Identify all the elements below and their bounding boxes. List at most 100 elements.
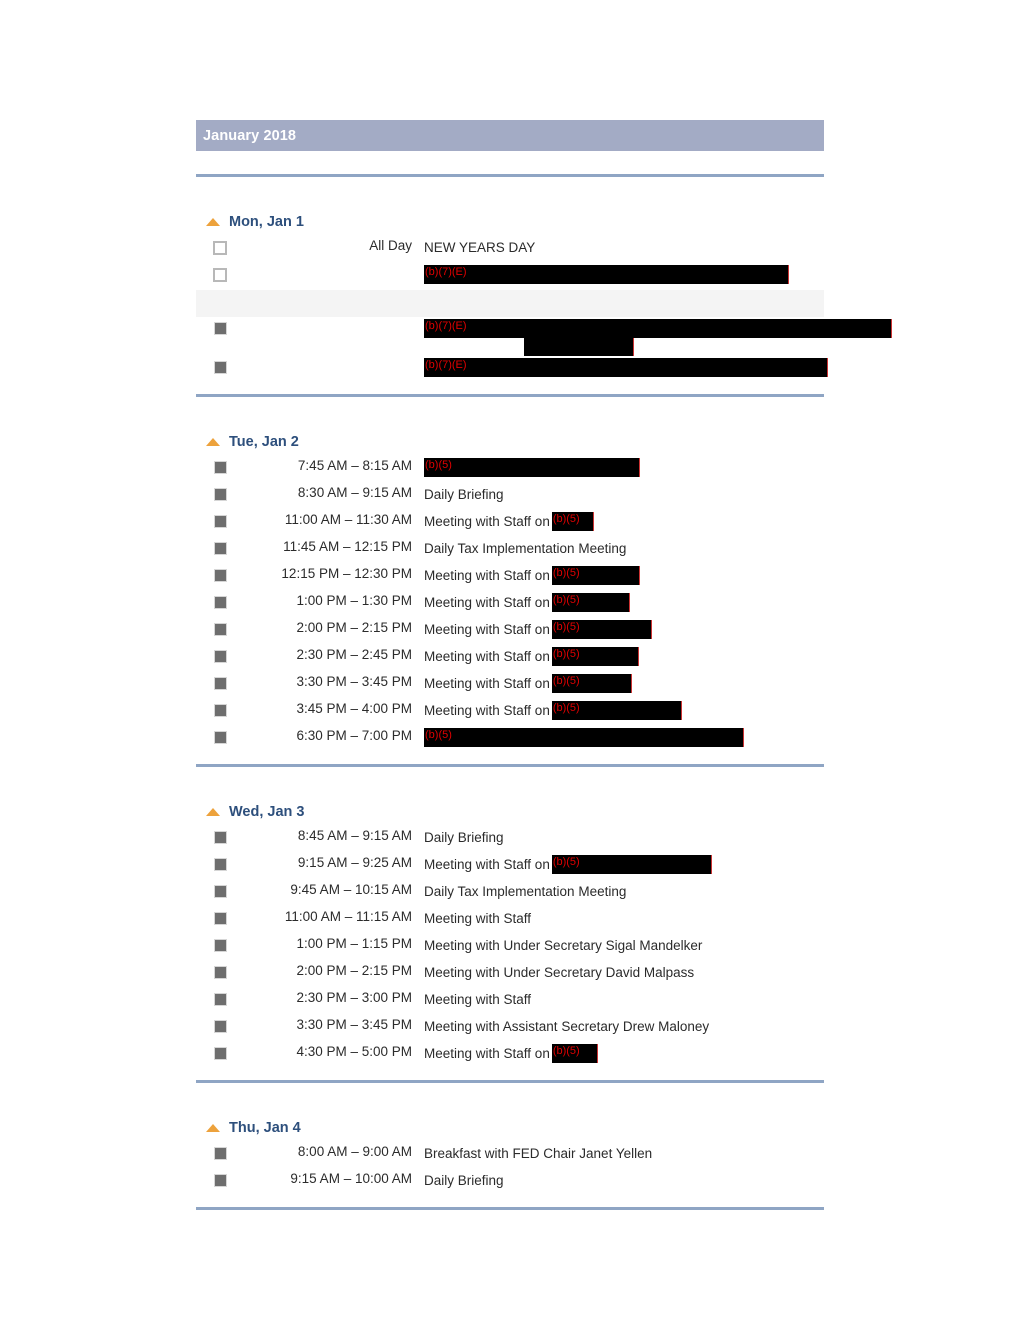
bullet-placeholder (214, 295, 227, 308)
event-row[interactable]: 9:15 AM – 10:00 AM Daily Briefing (196, 1169, 824, 1196)
event-time: 2:30 PM – 2:45 PM (296, 647, 412, 662)
event-title: Meeting with Staff on (424, 514, 550, 529)
event-row[interactable]: 2:00 PM – 2:15 PM Meeting with Under Secr… (196, 961, 824, 988)
redaction-line-1: (b)(7)(E) (424, 319, 892, 338)
event-row[interactable]: 2:00 PM – 2:15 PM Meeting with Staff on (b… (196, 618, 824, 645)
event-time: 8:30 AM – 9:15 AM (297, 485, 412, 500)
event-title: Meeting with Under Secretary Sigal Mande… (424, 938, 703, 953)
event-row[interactable]: 9:45 AM – 10:15 AM Daily Tax Implementati… (196, 880, 824, 907)
event-row[interactable]: 2:30 PM – 3:00 PM Meeting with Staff (196, 988, 824, 1015)
redaction-block: (b)(5) (551, 512, 594, 531)
day-divider (196, 763, 824, 767)
event-row[interactable]: 7:45 AM – 8:15 AM (b)(5) (196, 456, 824, 483)
filled-square-icon (213, 322, 227, 335)
redaction-block: (b)(5) (551, 566, 640, 585)
filled-square-icon (213, 1174, 227, 1187)
bullet-cell (196, 483, 244, 501)
bullet-cell (196, 456, 244, 474)
triangle-up-icon[interactable] (206, 1124, 220, 1132)
event-row[interactable]: (b)(7)(E) (196, 356, 828, 383)
filled-square-icon (213, 1147, 227, 1160)
event-title: Meeting with Staff on (424, 703, 550, 718)
event-title: Breakfast with FED Chair Janet Yellen (424, 1146, 653, 1161)
event-row[interactable]: 6:30 PM – 7:00 PM (b)(5) (196, 726, 824, 753)
day-header[interactable]: Wed, Jan 3 (196, 804, 824, 820)
event-row[interactable]: 2:30 PM – 2:45 PM Meeting with Staff on (b… (196, 645, 824, 672)
event-time (244, 317, 424, 319)
day-header[interactable]: Thu, Jan 4 (196, 1120, 824, 1136)
filled-square-icon (213, 542, 227, 555)
filled-square-icon (213, 623, 227, 636)
empty-checkbox-icon[interactable] (213, 268, 227, 282)
event-row[interactable]: 1:00 PM – 1:30 PM Meeting with Staff on (b… (196, 591, 824, 618)
triangle-up-icon[interactable] (206, 218, 220, 226)
empty-checkbox-icon[interactable] (213, 241, 227, 255)
event-title-cell: Meeting with Staff on (b)(5) (424, 1042, 824, 1063)
day-header[interactable]: Tue, Jan 2 (196, 434, 824, 450)
event-title: Daily Tax Implementation Meeting (424, 541, 627, 556)
filled-square-icon (213, 885, 227, 898)
redaction-block: (b)(5) (424, 728, 744, 747)
event-title: Meeting with Staff (424, 992, 532, 1007)
event-title: Daily Briefing (424, 1173, 504, 1188)
day-header[interactable]: Mon, Jan 1 (196, 214, 824, 230)
event-time: 2:00 PM – 2:15 PM (296, 620, 412, 635)
event-title: NEW YEARS DAY (424, 240, 536, 255)
event-time (244, 356, 424, 358)
day-label: Thu, Jan 4 (229, 1120, 301, 1136)
event-time: 4:30 PM – 5:00 PM (296, 1044, 412, 1059)
event-time: 6:30 PM – 7:00 PM (296, 728, 412, 743)
bullet-cell (196, 880, 244, 898)
redaction-code: (b)(5) (425, 729, 452, 741)
event-row[interactable]: 1:00 PM – 1:15 PM Meeting with Under Secr… (196, 934, 824, 961)
event-row[interactable]: 8:30 AM – 9:15 AM Daily Briefing (196, 483, 824, 510)
event-title: Daily Briefing (424, 487, 504, 502)
filled-square-icon (213, 966, 227, 979)
event-row[interactable]: 4:30 PM – 5:00 PM Meeting with Staff on (b… (196, 1042, 824, 1069)
event-title: Meeting with Under Secretary David Malpa… (424, 965, 695, 980)
bullet-cell (196, 853, 244, 871)
event-time: 11:45 AM – 12:15 PM (283, 539, 412, 554)
event-time: 9:15 AM – 9:25 AM (297, 855, 412, 870)
event-time: 8:45 AM – 9:15 AM (297, 828, 412, 843)
event-row[interactable]: 3:30 PM – 3:45 PM Meeting with Assistant … (196, 1015, 824, 1042)
event-title-cell: Meeting with Staff on (b)(5) (424, 853, 824, 874)
event-title-cell: Meeting with Under Secretary David Malpa… (424, 961, 824, 982)
filled-square-icon (213, 858, 227, 871)
event-row[interactable]: 8:00 AM – 9:00 AM Breakfast with FED Chai… (196, 1142, 824, 1169)
event-row[interactable] (196, 290, 824, 317)
redaction-code: (b)(5) (552, 567, 580, 579)
event-title-cell: Daily Tax Implementation Meeting (424, 880, 824, 901)
event-list: All Day NEW YEARS DAY (b)(7)(E) (b)(7)(E) (b… (196, 236, 892, 383)
bullet-cell (196, 988, 244, 1006)
event-row[interactable]: 8:45 AM – 9:15 AM Daily Briefing (196, 826, 824, 853)
triangle-up-icon[interactable] (206, 808, 220, 816)
event-time: 1:00 PM – 1:15 PM (296, 936, 412, 951)
event-title-cell: Meeting with Assistant Secretary Drew Ma… (424, 1015, 824, 1036)
day-section: Thu, Jan 4 8:00 AM – 9:00 AM Breakfast wit… (196, 1120, 824, 1210)
event-row[interactable]: (b)(7)(E) (196, 317, 892, 356)
event-row[interactable]: 3:30 PM – 3:45 PM Meeting with Staff on (b… (196, 672, 824, 699)
event-title: Daily Briefing (424, 830, 504, 845)
bullet-cell (196, 645, 244, 663)
event-title-cell: (b)(7)(E) (424, 317, 892, 356)
event-title: Meeting with Staff on (424, 568, 550, 583)
bullet-cell (196, 699, 244, 717)
day-divider (196, 1079, 824, 1083)
event-row[interactable]: 11:00 AM – 11:30 AM Meeting with Staff on… (196, 510, 824, 537)
filled-square-icon (213, 361, 227, 374)
redaction-block: (b)(5) (551, 647, 639, 666)
event-row[interactable]: 12:15 PM – 12:30 PM Meeting with Staff on… (196, 564, 824, 591)
filled-square-icon (213, 1047, 227, 1060)
event-row[interactable]: 11:45 AM – 12:15 PM Daily Tax Implementat… (196, 537, 824, 564)
event-row[interactable]: 9:15 AM – 9:25 AM Meeting with Staff on (b… (196, 853, 824, 880)
triangle-up-icon[interactable] (206, 438, 220, 446)
event-row[interactable]: 3:45 PM – 4:00 PM Meeting with Staff on (b… (196, 699, 824, 726)
event-row[interactable]: (b)(7)(E) (196, 263, 824, 290)
event-title-cell: Daily Briefing (424, 826, 824, 847)
event-row[interactable]: 11:00 AM – 11:15 AM Meeting with Staff (196, 907, 824, 934)
event-row[interactable]: All Day NEW YEARS DAY (196, 236, 824, 263)
day-section: Mon, Jan 1 All Day NEW YEARS DAY (b)(7)(E) (… (196, 214, 892, 397)
event-time: 7:45 AM – 8:15 AM (297, 458, 412, 473)
redaction-block: (b)(7)(E) (424, 358, 828, 377)
